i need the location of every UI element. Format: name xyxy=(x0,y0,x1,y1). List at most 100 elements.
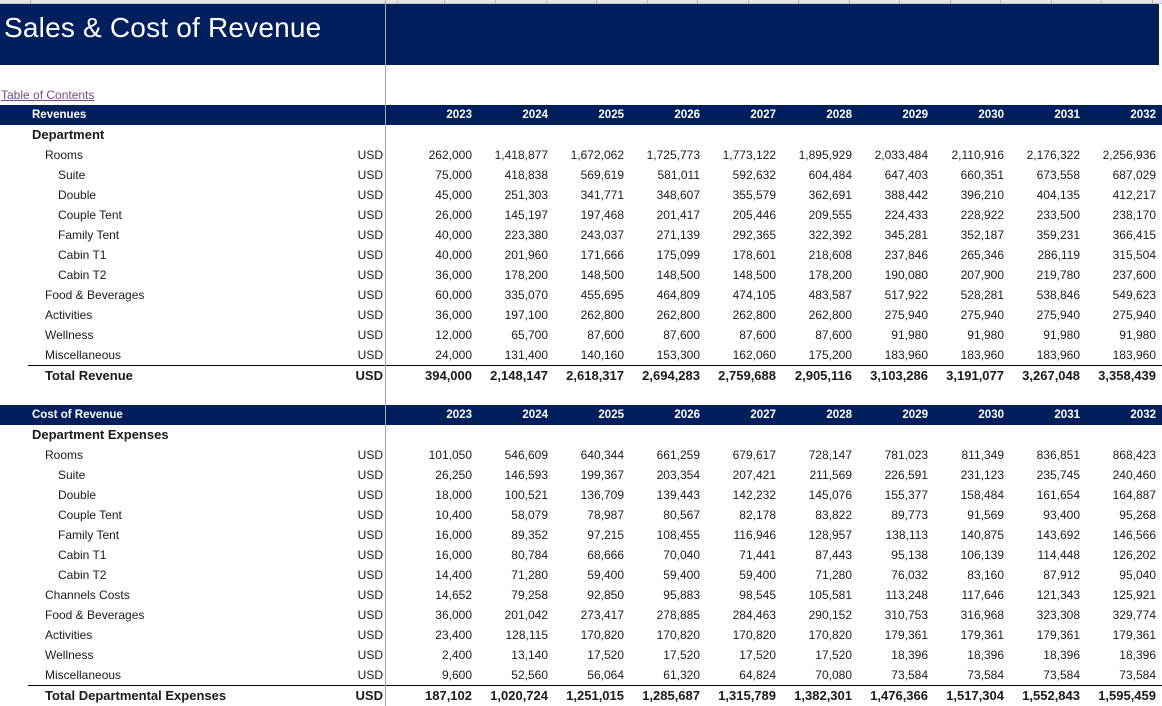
value-cell-2028[interactable]: 87,443 xyxy=(776,548,852,562)
value-cell-2024[interactable]: 79,258 xyxy=(472,588,548,602)
value-cell-2032[interactable]: 238,170 xyxy=(1080,208,1156,222)
total-cell-2032[interactable]: 3,358,439 xyxy=(1080,368,1156,383)
total-cell-2027[interactable]: 1,315,789 xyxy=(700,688,776,703)
value-cell-2024[interactable]: 335,070 xyxy=(472,288,548,302)
value-cell-2031[interactable]: 183,960 xyxy=(1004,348,1080,362)
value-cell-2032[interactable]: 179,361 xyxy=(1080,628,1156,642)
value-cell-2029[interactable]: 647,403 xyxy=(852,168,928,182)
value-cell-2025[interactable]: 92,850 xyxy=(548,588,624,602)
value-cell-2031[interactable]: 2,176,322 xyxy=(1004,148,1080,162)
value-cell-2024[interactable]: 1,418,877 xyxy=(472,148,548,162)
total-cell-2025[interactable]: 1,251,015 xyxy=(548,688,624,703)
value-cell-2023[interactable]: 26,250 xyxy=(396,468,472,482)
value-cell-2029[interactable]: 190,080 xyxy=(852,268,928,282)
value-cell-2029[interactable]: 224,433 xyxy=(852,208,928,222)
value-cell-2031[interactable]: 87,912 xyxy=(1004,568,1080,582)
value-cell-2032[interactable]: 687,029 xyxy=(1080,168,1156,182)
value-cell-2025[interactable]: 17,520 xyxy=(548,648,624,662)
value-cell-2024[interactable]: 128,115 xyxy=(472,628,549,642)
value-cell-2024[interactable]: 178,200 xyxy=(472,268,548,282)
value-cell-2029[interactable]: 76,032 xyxy=(852,568,928,582)
value-cell-2030[interactable]: 231,123 xyxy=(928,468,1004,482)
value-cell-2030[interactable]: 183,960 xyxy=(928,348,1004,362)
value-cell-2028[interactable]: 170,820 xyxy=(776,628,852,642)
value-cell-2027[interactable]: 142,232 xyxy=(700,488,776,502)
value-cell-2030[interactable]: 275,940 xyxy=(928,308,1004,322)
value-cell-2030[interactable]: 228,922 xyxy=(928,208,1004,222)
value-cell-2029[interactable]: 91,980 xyxy=(852,328,928,342)
value-cell-2023[interactable]: 10,400 xyxy=(396,508,472,522)
value-cell-2023[interactable]: 40,000 xyxy=(396,228,472,242)
value-cell-2027[interactable]: 98,545 xyxy=(700,588,776,602)
value-cell-2024[interactable]: 223,380 xyxy=(472,228,548,242)
value-cell-2027[interactable]: 474,105 xyxy=(700,288,776,302)
value-cell-2026[interactable]: 271,139 xyxy=(624,228,700,242)
total-cell-2032[interactable]: 1,595,459 xyxy=(1080,688,1156,703)
value-cell-2029[interactable]: 155,377 xyxy=(852,488,928,502)
value-cell-2023[interactable]: 24,000 xyxy=(396,348,472,362)
value-cell-2024[interactable]: 100,521 xyxy=(472,488,548,502)
value-cell-2032[interactable]: 2,256,936 xyxy=(1080,148,1156,162)
value-cell-2026[interactable]: 201,417 xyxy=(624,208,700,222)
value-cell-2030[interactable]: 2,110,916 xyxy=(928,148,1005,162)
value-cell-2029[interactable]: 18,396 xyxy=(852,648,928,662)
value-cell-2026[interactable]: 17,520 xyxy=(624,648,700,662)
value-cell-2031[interactable]: 286,119 xyxy=(1004,248,1081,262)
value-cell-2028[interactable]: 17,520 xyxy=(776,648,852,662)
value-cell-2028[interactable]: 71,280 xyxy=(776,568,852,582)
value-cell-2032[interactable]: 240,460 xyxy=(1080,468,1156,482)
value-cell-2025[interactable]: 243,037 xyxy=(548,228,624,242)
value-cell-2030[interactable]: 91,569 xyxy=(928,508,1004,522)
value-cell-2029[interactable]: 113,248 xyxy=(852,588,929,602)
value-cell-2028[interactable]: 262,800 xyxy=(776,308,852,322)
value-cell-2030[interactable]: 158,484 xyxy=(928,488,1004,502)
value-cell-2030[interactable]: 528,281 xyxy=(928,288,1004,302)
value-cell-2026[interactable]: 464,809 xyxy=(624,288,700,302)
value-cell-2030[interactable]: 316,968 xyxy=(928,608,1004,622)
value-cell-2031[interactable]: 161,654 xyxy=(1004,488,1080,502)
value-cell-2031[interactable]: 235,745 xyxy=(1004,468,1080,482)
value-cell-2030[interactable]: 106,139 xyxy=(928,548,1004,562)
value-cell-2026[interactable]: 70,040 xyxy=(624,548,700,562)
value-cell-2030[interactable]: 660,351 xyxy=(928,168,1004,182)
value-cell-2025[interactable]: 569,619 xyxy=(548,168,624,182)
value-cell-2027[interactable]: 116,946 xyxy=(700,528,777,542)
value-cell-2024[interactable]: 197,100 xyxy=(472,308,548,322)
value-cell-2031[interactable]: 323,308 xyxy=(1004,608,1080,622)
value-cell-2026[interactable]: 170,820 xyxy=(624,628,700,642)
value-cell-2025[interactable]: 341,771 xyxy=(548,188,624,202)
value-cell-2032[interactable]: 237,600 xyxy=(1080,268,1156,282)
value-cell-2023[interactable]: 101,050 xyxy=(396,448,472,462)
value-cell-2028[interactable]: 175,200 xyxy=(776,348,852,362)
value-cell-2026[interactable]: 175,099 xyxy=(624,248,700,262)
value-cell-2031[interactable]: 538,846 xyxy=(1004,288,1080,302)
total-cell-2031[interactable]: 3,267,048 xyxy=(1004,368,1080,383)
value-cell-2031[interactable]: 93,400 xyxy=(1004,508,1080,522)
value-cell-2028[interactable]: 322,392 xyxy=(776,228,852,242)
value-cell-2023[interactable]: 36,000 xyxy=(396,608,472,622)
total-cell-2026[interactable]: 1,285,687 xyxy=(624,688,700,703)
value-cell-2026[interactable]: 348,607 xyxy=(624,188,700,202)
value-cell-2028[interactable]: 604,484 xyxy=(776,168,852,182)
value-cell-2029[interactable]: 2,033,484 xyxy=(852,148,928,162)
value-cell-2029[interactable]: 275,940 xyxy=(852,308,928,322)
value-cell-2023[interactable]: 26,000 xyxy=(396,208,472,222)
value-cell-2028[interactable]: 105,581 xyxy=(776,588,852,602)
value-cell-2031[interactable]: 359,231 xyxy=(1004,228,1080,242)
value-cell-2027[interactable]: 284,463 xyxy=(700,608,776,622)
value-cell-2031[interactable]: 91,980 xyxy=(1004,328,1080,342)
value-cell-2025[interactable]: 197,468 xyxy=(548,208,624,222)
value-cell-2029[interactable]: 388,442 xyxy=(852,188,928,202)
value-cell-2026[interactable]: 278,885 xyxy=(624,608,700,622)
value-cell-2031[interactable]: 179,361 xyxy=(1004,628,1080,642)
value-cell-2023[interactable]: 16,000 xyxy=(396,528,472,542)
value-cell-2030[interactable]: 396,210 xyxy=(928,188,1004,202)
value-cell-2025[interactable]: 68,666 xyxy=(548,548,624,562)
value-cell-2029[interactable]: 89,773 xyxy=(852,508,928,522)
value-cell-2032[interactable]: 91,980 xyxy=(1080,328,1156,342)
value-cell-2030[interactable]: 18,396 xyxy=(928,648,1004,662)
value-cell-2027[interactable]: 59,400 xyxy=(700,568,776,582)
value-cell-2023[interactable]: 75,000 xyxy=(396,168,472,182)
value-cell-2027[interactable]: 178,601 xyxy=(700,248,776,262)
total-cell-2024[interactable]: 2,148,147 xyxy=(472,368,548,383)
